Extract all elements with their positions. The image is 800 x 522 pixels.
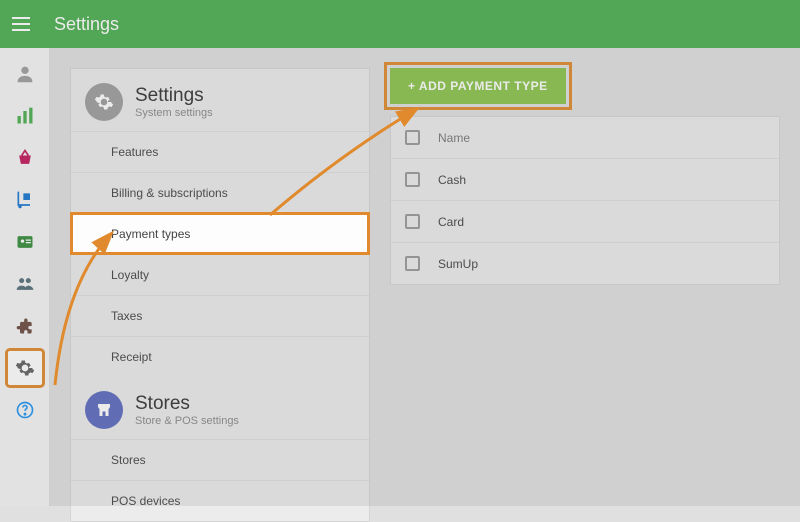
list-item[interactable]: Card [391, 200, 779, 242]
gear-circle-icon [85, 83, 123, 121]
basket-icon [15, 148, 35, 168]
settings-menu-panel: Settings System settings Features Billin… [70, 68, 370, 522]
sidebar-item-employees[interactable] [7, 224, 43, 260]
chart-icon [15, 106, 35, 126]
menu-item-payment-types[interactable]: Payment types [71, 213, 369, 254]
section-subtitle: Store & POS settings [135, 415, 239, 427]
sidebar-item-inventory[interactable] [7, 182, 43, 218]
payment-types-panel: + ADD PAYMENT TYPE Name Cash Card SumUp [390, 68, 780, 285]
section-header-settings: Settings System settings [71, 69, 369, 131]
sidebar-item-profile[interactable] [7, 56, 43, 92]
page-title: Settings [54, 14, 119, 35]
section-header-stores: Stores Store & POS settings [71, 377, 369, 439]
payment-types-list: Name Cash Card SumUp [390, 116, 780, 285]
sidebar-item-integrations[interactable] [7, 308, 43, 344]
add-payment-type-button[interactable]: + ADD PAYMENT TYPE [390, 68, 566, 104]
menu-item-receipt[interactable]: Receipt [71, 336, 369, 377]
menu-item-features[interactable]: Features [71, 131, 369, 172]
section-title: Settings [135, 85, 213, 107]
gear-icon [15, 358, 35, 378]
sidebar [0, 48, 50, 506]
list-header-row: Name [391, 117, 779, 158]
list-item[interactable]: SumUp [391, 242, 779, 284]
header-name: Name [438, 131, 470, 145]
content-area: Settings System settings Features Billin… [50, 48, 800, 506]
payment-type-name: Cash [438, 173, 466, 187]
row-checkbox[interactable] [405, 172, 420, 187]
section-subtitle: System settings [135, 107, 213, 119]
sidebar-item-items[interactable] [7, 140, 43, 176]
menu-item-stores[interactable]: Stores [71, 439, 369, 480]
select-all-checkbox[interactable] [405, 130, 420, 145]
payment-type-name: SumUp [438, 257, 478, 271]
topbar: Settings [0, 0, 800, 48]
section-title: Stores [135, 393, 239, 415]
sidebar-item-help[interactable] [7, 392, 43, 428]
row-checkbox[interactable] [405, 214, 420, 229]
sidebar-item-settings[interactable] [7, 350, 43, 386]
menu-item-pos-devices[interactable]: POS devices [71, 480, 369, 521]
payment-type-name: Card [438, 215, 464, 229]
help-icon [15, 400, 35, 420]
sidebar-item-reports[interactable] [7, 98, 43, 134]
list-item[interactable]: Cash [391, 158, 779, 200]
store-circle-icon [85, 391, 123, 429]
row-checkbox[interactable] [405, 256, 420, 271]
puzzle-icon [15, 316, 35, 336]
hamburger-icon[interactable] [12, 12, 36, 36]
menu-item-taxes[interactable]: Taxes [71, 295, 369, 336]
people-icon [15, 274, 35, 294]
badge-icon [15, 232, 35, 252]
sidebar-item-customers[interactable] [7, 266, 43, 302]
user-icon [14, 63, 36, 85]
menu-item-billing[interactable]: Billing & subscriptions [71, 172, 369, 213]
handtruck-icon [15, 190, 35, 210]
menu-item-loyalty[interactable]: Loyalty [71, 254, 369, 295]
